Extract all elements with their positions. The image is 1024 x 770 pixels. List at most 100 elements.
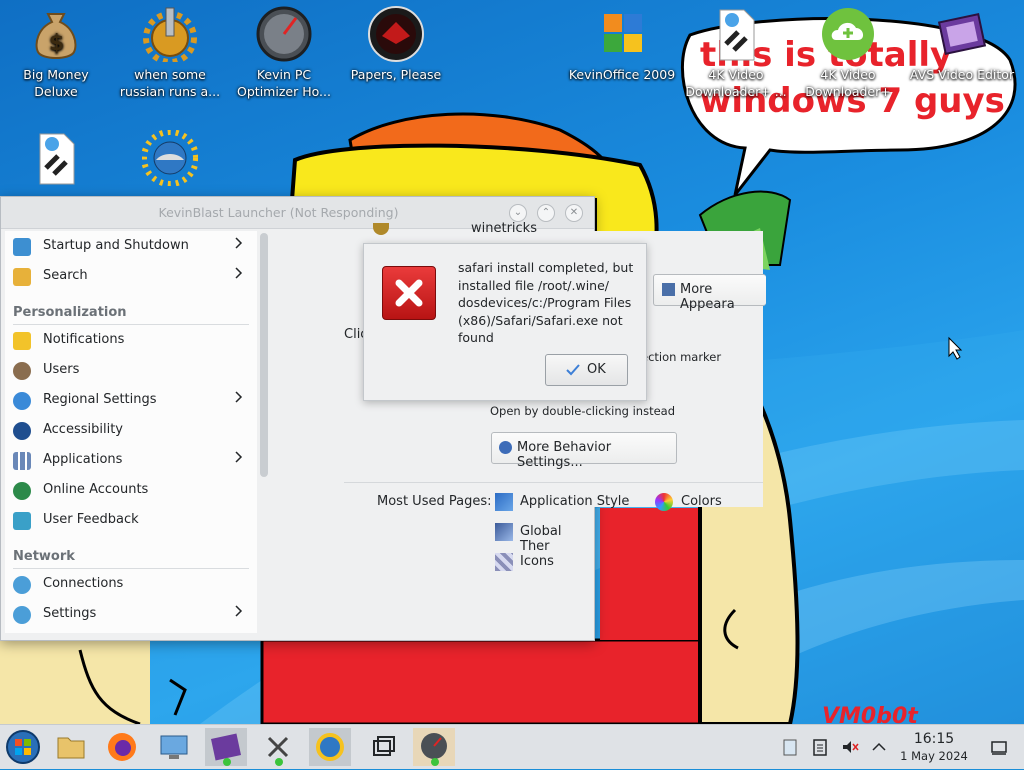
more-appearance-button[interactable]: More Appeara — [653, 274, 766, 312]
desktop-icon-big-money[interactable]: $ Big Money Deluxe — [1, 0, 111, 100]
most-used-page-icons[interactable]: Icons — [495, 551, 575, 573]
most-used-label: Most Used Pages: — [377, 494, 492, 509]
desktop-icon-label: Kevin PC Optimizer Ho... — [237, 67, 331, 99]
menu-item-accessibility[interactable]: Accessibility — [5, 415, 251, 445]
chevron-right-icon — [235, 391, 243, 403]
double-click-option[interactable]: Open by double-clicking instead — [490, 404, 675, 418]
desktop-icon-kevin-pc-optimizer[interactable]: Kevin PC Optimizer Ho... — [229, 0, 339, 100]
show-desktop-icon[interactable] — [989, 737, 1009, 757]
clipboard-tray-icon[interactable] — [780, 737, 800, 757]
x-app-icon — [267, 736, 289, 766]
taskbar-sun-globe[interactable] — [309, 728, 351, 766]
start-button[interactable] — [2, 728, 44, 766]
globe-icon — [13, 392, 31, 410]
volume-muted-icon[interactable] — [840, 737, 860, 757]
desktop-icon-label: AVS Video Editor — [909, 67, 1015, 82]
feedback-icon — [13, 512, 31, 530]
chevron-right-icon — [235, 237, 243, 249]
settings-menu: Startup and Shutdown Search Personalizat… — [5, 231, 257, 633]
error-icon — [382, 266, 436, 320]
desktop-icon-label: when some russian runs a... — [119, 67, 221, 99]
winetricks-icon — [373, 223, 389, 235]
most-used-page-application-style[interactable]: Application Style — [495, 491, 635, 513]
taskbar-computer[interactable] — [153, 728, 195, 766]
taskbar-virtual-desktops[interactable] — [362, 728, 404, 766]
svg-text:$: $ — [49, 31, 64, 56]
most-used-page-colors[interactable]: Colors — [655, 491, 745, 513]
desktop-icon-papers-please[interactable]: Papers, Please — [341, 0, 451, 83]
speedometer-icon — [421, 733, 447, 766]
menu-item-network-settings[interactable]: Settings — [5, 599, 251, 629]
menu-item-notifications[interactable]: Notifications — [5, 325, 251, 355]
film-icon — [210, 733, 242, 766]
chevron-right-icon — [235, 605, 243, 617]
menu-item-startup[interactable]: Startup and Shutdown — [5, 231, 251, 261]
colors-icon — [655, 493, 673, 511]
error-dialog[interactable]: safari install completed, but installed … — [363, 243, 647, 401]
desktop-icon-label: KevinOffice 2009 — [568, 67, 676, 82]
menu-scrollbar[interactable] — [260, 233, 268, 477]
menu-item-users[interactable]: Users — [5, 355, 251, 385]
film-icon — [934, 6, 990, 62]
section-header-personalization: Personalization — [13, 305, 127, 320]
clock-date[interactable]: 1 May 2024 — [888, 749, 980, 763]
desktop-icon-4k-downloader-shortcut[interactable]: 4K Video Downloader+ ... — [681, 0, 791, 100]
global-theme-icon — [495, 523, 513, 541]
desktop-icon-shortcut-2[interactable] — [1, 124, 111, 190]
notes-tray-icon[interactable] — [810, 737, 830, 757]
selection-marker-label: ection marker — [641, 350, 722, 364]
money-bag-icon: $ — [28, 6, 84, 62]
chevron-right-icon — [235, 451, 243, 463]
menu-item-user-feedback[interactable]: User Feedback — [5, 505, 251, 535]
desktop-icon-kevinoffice[interactable]: KevinOffice 2009 — [567, 0, 677, 83]
search-icon — [13, 268, 31, 286]
taskbar: 16:15 1 May 2024 — [0, 724, 1024, 769]
menu-item-connections[interactable]: Connections — [5, 569, 251, 599]
app-style-icon — [495, 493, 513, 511]
cloud-download-icon — [820, 6, 876, 62]
menu-item-search[interactable]: Search — [5, 261, 251, 291]
taskbar-kevin-pc-optimizer[interactable] — [413, 728, 455, 766]
bell-icon — [13, 332, 31, 350]
menu-item-applications[interactable]: Applications — [5, 445, 251, 475]
shortcut-document-icon — [708, 6, 764, 62]
more-behavior-button[interactable]: More Behavior Settings... — [491, 432, 677, 470]
clock-time[interactable]: 16:15 — [895, 731, 973, 747]
taskbar-avs-video-editor[interactable] — [205, 728, 247, 766]
desktop-icon-avs-video-editor[interactable]: AVS Video Editor — [907, 0, 1017, 83]
desktop-icon-4k-downloader[interactable]: 4K Video Downloader+ — [793, 0, 903, 100]
speedometer-icon — [256, 6, 312, 62]
panel-divider — [344, 482, 763, 483]
appearance-icon — [662, 283, 675, 296]
desktop-icon-russian[interactable]: when some russian runs a... — [115, 0, 225, 100]
watermark: VM0b0t — [822, 704, 919, 724]
desktop-icon-label: 4K Video Downloader+ — [805, 67, 891, 99]
ok-button[interactable]: OK — [545, 354, 628, 386]
applications-icon — [13, 452, 31, 470]
menu-item-online-accounts[interactable]: Online Accounts — [5, 475, 251, 505]
office-icon — [594, 6, 650, 62]
online-accounts-icon — [13, 482, 31, 500]
close-button[interactable]: ✕ — [565, 204, 583, 222]
checkmark-icon — [566, 364, 580, 376]
shortcut-document-icon — [28, 130, 84, 186]
menu-item-regional-settings[interactable]: Regional Settings — [5, 385, 251, 415]
gear-icon — [142, 6, 198, 65]
winetricks-label: winetricks — [471, 221, 537, 236]
maximize-button[interactable]: ⌃ — [537, 204, 555, 222]
chevron-up-icon[interactable] — [869, 737, 889, 757]
taskbar-firefox[interactable] — [101, 728, 143, 766]
desktop-icon-label: Big Money Deluxe — [23, 67, 89, 99]
most-used-page-global-theme[interactable]: Global Ther — [495, 521, 595, 554]
desktop-icon-sun-globe[interactable] — [115, 124, 225, 190]
minimize-button[interactable]: ⌄ — [509, 204, 527, 222]
taskbar-x-app[interactable] — [257, 728, 299, 766]
taskbar-file-manager[interactable] — [50, 728, 92, 766]
behavior-icon — [499, 441, 512, 454]
network-settings-icon — [13, 606, 31, 624]
emblem-icon — [368, 6, 424, 62]
error-message: safari install completed, but installed … — [458, 260, 634, 345]
desktop-icon-label: 4K Video Downloader+ ... — [685, 67, 787, 99]
startup-icon — [13, 238, 31, 256]
firefox-icon — [108, 733, 136, 761]
